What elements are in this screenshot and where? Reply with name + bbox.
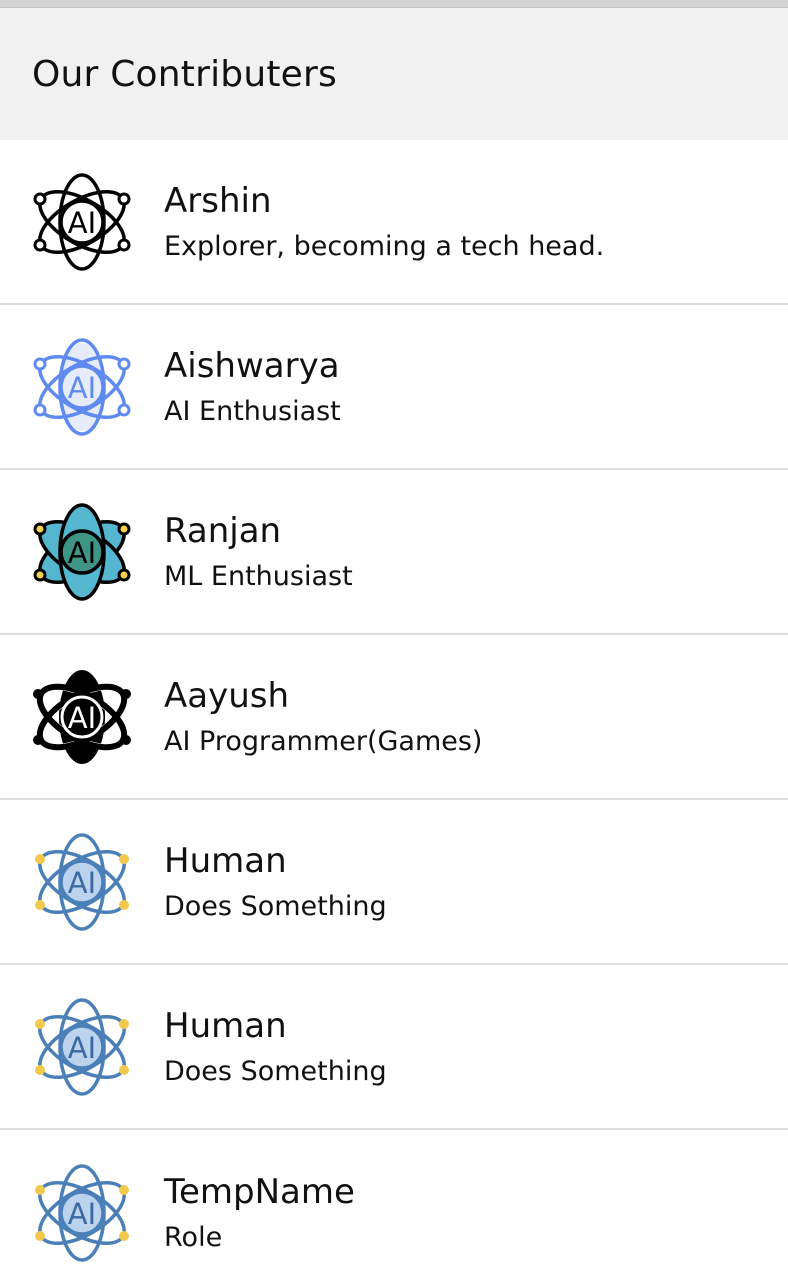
contributor-item[interactable]: AI Human Does Something (0, 965, 788, 1130)
ai-atom-outline-icon: AI (32, 172, 132, 272)
contributors-list: AI Arshin Explorer, becoming a tech head… (0, 140, 788, 1264)
page-header: Our Contributers (0, 8, 788, 140)
ai-atom-lightblue-icon: AI (32, 997, 132, 1097)
contributor-item[interactable]: AI Aishwarya AI Enthusiast (0, 305, 788, 470)
contributor-role: ML Enthusiast (164, 560, 353, 592)
contributor-name: Human (164, 1005, 287, 1046)
contributor-role: AI Enthusiast (164, 395, 341, 427)
page-title: Our Contributers (32, 53, 337, 95)
contributor-name: Ranjan (164, 510, 282, 551)
contributor-name: Aishwarya (164, 345, 340, 386)
svg-text:AI: AI (68, 1031, 96, 1065)
svg-text:AI: AI (68, 1197, 96, 1231)
contributor-name: Human (164, 840, 287, 881)
contributor-role: AI Programmer(Games) (164, 725, 483, 757)
contributor-name: TempName (164, 1171, 355, 1212)
ai-atom-solid-black-icon: AI (32, 667, 132, 767)
contributor-role: Does Something (164, 890, 387, 922)
contributor-name: Arshin (164, 180, 272, 221)
contributor-name: Aayush (164, 675, 290, 716)
contributor-role: Explorer, becoming a tech head. (164, 230, 605, 262)
contributor-item[interactable]: AI Human Does Something (0, 800, 788, 965)
svg-text:AI: AI (68, 701, 96, 735)
contributor-item[interactable]: AI TempName Role (0, 1130, 788, 1264)
contributor-role: Does Something (164, 1055, 387, 1087)
svg-text:AI: AI (68, 866, 96, 900)
ai-atom-teal-icon: AI (32, 502, 132, 602)
contributor-item[interactable]: AI Aayush AI Programmer(Games) (0, 635, 788, 800)
contributor-role: Role (164, 1221, 223, 1253)
ai-atom-blue-outline-icon: AI (32, 337, 132, 437)
svg-text:AI: AI (68, 371, 96, 405)
ai-atom-lightblue-icon: AI (32, 832, 132, 932)
svg-text:AI: AI (68, 206, 96, 240)
svg-text:AI: AI (68, 536, 96, 570)
ai-atom-lightblue-icon: AI (32, 1163, 132, 1263)
contributor-item[interactable]: AI Arshin Explorer, becoming a tech head… (0, 140, 788, 305)
status-bar-edge (0, 0, 788, 8)
contributor-item[interactable]: AI Ranjan ML Enthusiast (0, 470, 788, 635)
